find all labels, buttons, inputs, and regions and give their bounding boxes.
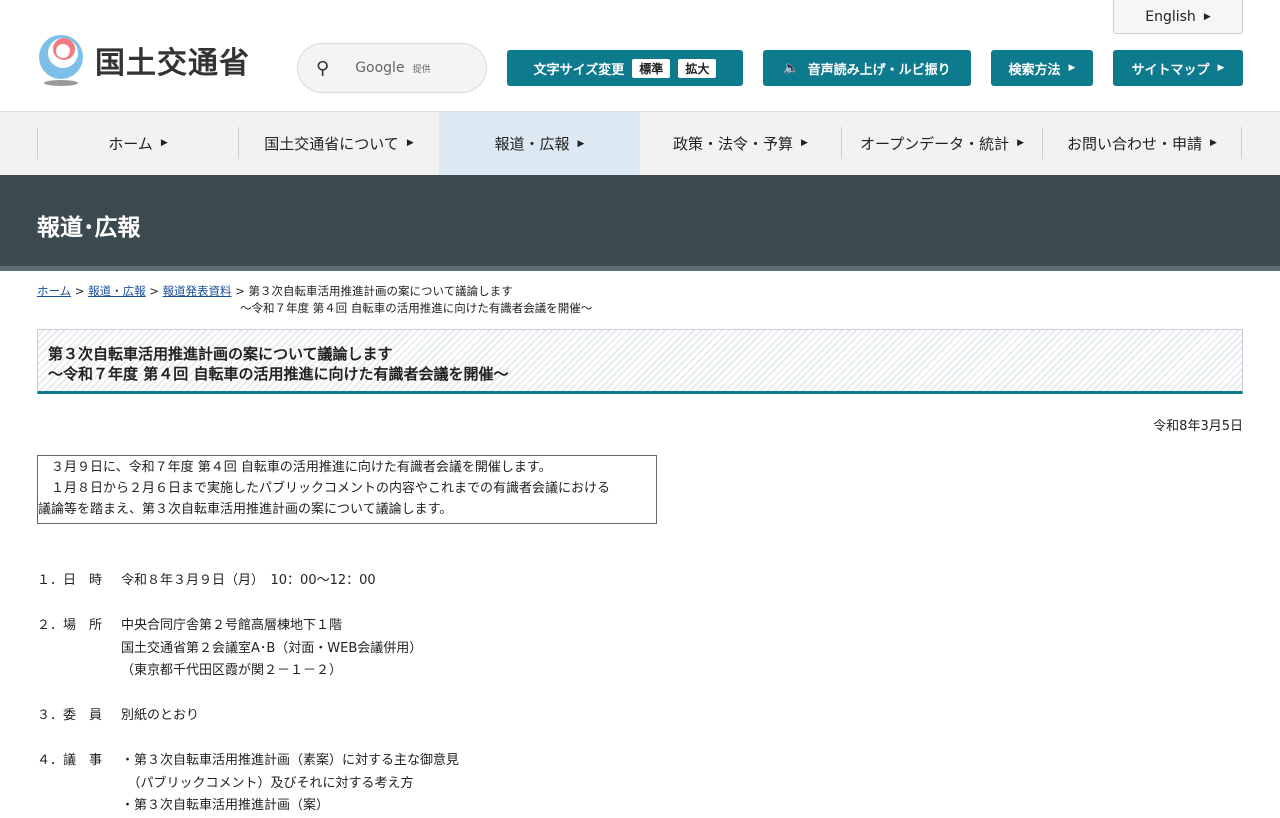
breadcrumb: ホーム > 報道・広報 > 報道発表資料 > 第３次自転車活用推進計画の案につい… — [37, 284, 593, 315]
search-method-label: 検索方法 — [1008, 62, 1061, 78]
breadcrumb-release[interactable]: 報道発表資料 — [163, 284, 232, 298]
breadcrumb-press[interactable]: 報道・広報 — [88, 284, 146, 298]
triangle-right-icon: ▶ — [1203, 11, 1211, 22]
section-banner: 報道･広報 — [0, 175, 1280, 271]
summary-line: 議論等を踏まえ、第３次自転車活用推進計画の案について議論します。 — [38, 502, 453, 517]
global-nav: ホーム ▶ 国土交通省について ▶ 報道・広報 ▶ 政策・法令・予算 ▶ オープンデータ… — [0, 111, 1280, 175]
breadcrumb-current-sub: ～令和７年度 第４回 自転車の活用推進に向けた有識者会議を開催～ — [240, 301, 593, 315]
english-label: English — [1145, 8, 1196, 25]
search-placeholder: Google — [355, 60, 405, 76]
site-logo[interactable]: 国土交通省 — [37, 33, 250, 87]
item-value: （パブリックコメント）及びそれに対する考え方 — [121, 775, 414, 791]
item-value: ・第３次自転車活用推進計画（案） — [121, 798, 330, 813]
font-large-button[interactable]: 拡大 — [678, 58, 717, 78]
triangle-right-icon: ▶ — [801, 138, 808, 148]
search-provider: 提供 — [412, 64, 431, 75]
triangle-right-icon: ▶ — [160, 138, 168, 148]
item-key: ４．議 事 — [37, 753, 103, 768]
triangle-right-icon: ▶ — [1068, 63, 1076, 73]
nav-label: 政策・法令・予算 — [673, 134, 794, 153]
triangle-right-icon: ▶ — [577, 138, 585, 149]
speaker-icon: 🔈 — [783, 60, 800, 76]
triangle-right-icon: ▶ — [1017, 138, 1025, 148]
summary-box: ３月９日に、令和７年度 第４回 自転車の活用推進に向けた有識者会議を開催します。… — [37, 455, 657, 524]
font-standard-button[interactable]: 標準 — [632, 58, 671, 78]
speech-label: 音声読み上げ・ルビ振り — [807, 62, 951, 78]
item-key: ３．委 員 — [37, 708, 103, 723]
nav-home[interactable]: ホーム ▶ — [37, 127, 238, 159]
sitemap-button[interactable]: サイトマップ ▶ — [1113, 50, 1243, 86]
triangle-right-icon: ▶ — [1210, 138, 1217, 148]
nav-opendata[interactable]: オープンデータ・統計 ▶ — [841, 127, 1042, 159]
title-line: 第３次自転車活用推進計画の案について議論します — [48, 345, 393, 363]
item-value: ・第３次自転車活用推進計画（素案）に対する主な御意見 — [121, 753, 460, 768]
english-link[interactable]: English ▶ — [1113, 0, 1243, 34]
item-value: （東京都千代田区霞が関２－１－２） — [121, 663, 343, 678]
page-title: 第３次自転車活用推進計画の案について議論します ～令和７年度 第４回 自転車の活… — [37, 329, 1243, 394]
nav-label: 報道・広報 — [494, 135, 570, 153]
nav-about[interactable]: 国土交通省について ▶ — [238, 127, 439, 159]
nav-contact[interactable]: お問い合わせ・申請 ▶ — [1042, 127, 1242, 159]
triangle-right-icon: ▶ — [406, 138, 414, 148]
item-value: 中央合同庁舎第２号館高層棟地下１階 — [121, 618, 343, 633]
title-subline: ～令和７年度 第４回 自転車の活用推進に向けた有識者会議を開催～ — [48, 365, 509, 383]
speech-button[interactable]: 🔈 音声読み上げ・ルビ振り — [763, 50, 971, 86]
breadcrumb-home[interactable]: ホーム — [37, 284, 71, 298]
nav-policy[interactable]: 政策・法令・予算 ▶ — [640, 127, 841, 159]
sitemap-label: サイトマップ — [1131, 62, 1210, 78]
item-key: １．日 時 — [37, 573, 103, 588]
nav-label: お問い合わせ・申請 — [1067, 134, 1203, 153]
item-value: 別紙のとおり — [121, 708, 200, 723]
nav-label: 国土交通省について — [264, 134, 399, 153]
ministry-logo-icon — [39, 35, 83, 86]
summary-line: １月８日から２月６日まで実施したパブリックコメントの内容やこれまでの有識者会議に… — [38, 481, 611, 496]
breadcrumb-current: 第３次自転車活用推進計画の案について議論します — [248, 284, 513, 298]
nav-label: ホーム — [108, 134, 153, 153]
search-input[interactable]: ⚲ Google 提供 — [297, 43, 487, 93]
font-size-label: 文字サイズ変更 — [533, 62, 625, 78]
logo-text: 国土交通省 — [95, 46, 250, 81]
details-list: １．日 時 令和８年３月９日（月） 10：00～12：00 ２．場 所 中央合同庁舎… — [37, 570, 459, 818]
triangle-right-icon: ▶ — [1217, 63, 1225, 73]
item-value: 令和８年３月９日（月） 10：00～12：00 — [121, 573, 376, 588]
nav-press[interactable]: 報道・広報 ▶ — [439, 112, 640, 175]
item-value: 国土交通省第２会議室A･B（対面・WEB会議併用） — [121, 640, 423, 656]
search-icon[interactable]: ⚲ — [316, 58, 329, 79]
publish-date: 令和8年3月5日 — [1153, 419, 1243, 434]
summary-line: ３月９日に、令和７年度 第４回 自転車の活用推進に向けた有識者会議を開催します。 — [38, 460, 552, 475]
item-key: ２．場 所 — [37, 618, 103, 633]
nav-label: オープンデータ・統計 — [859, 134, 1010, 153]
search-method-button[interactable]: 検索方法 ▶ — [991, 50, 1093, 86]
font-size-control: 文字サイズ変更 標準 拡大 — [507, 50, 743, 86]
